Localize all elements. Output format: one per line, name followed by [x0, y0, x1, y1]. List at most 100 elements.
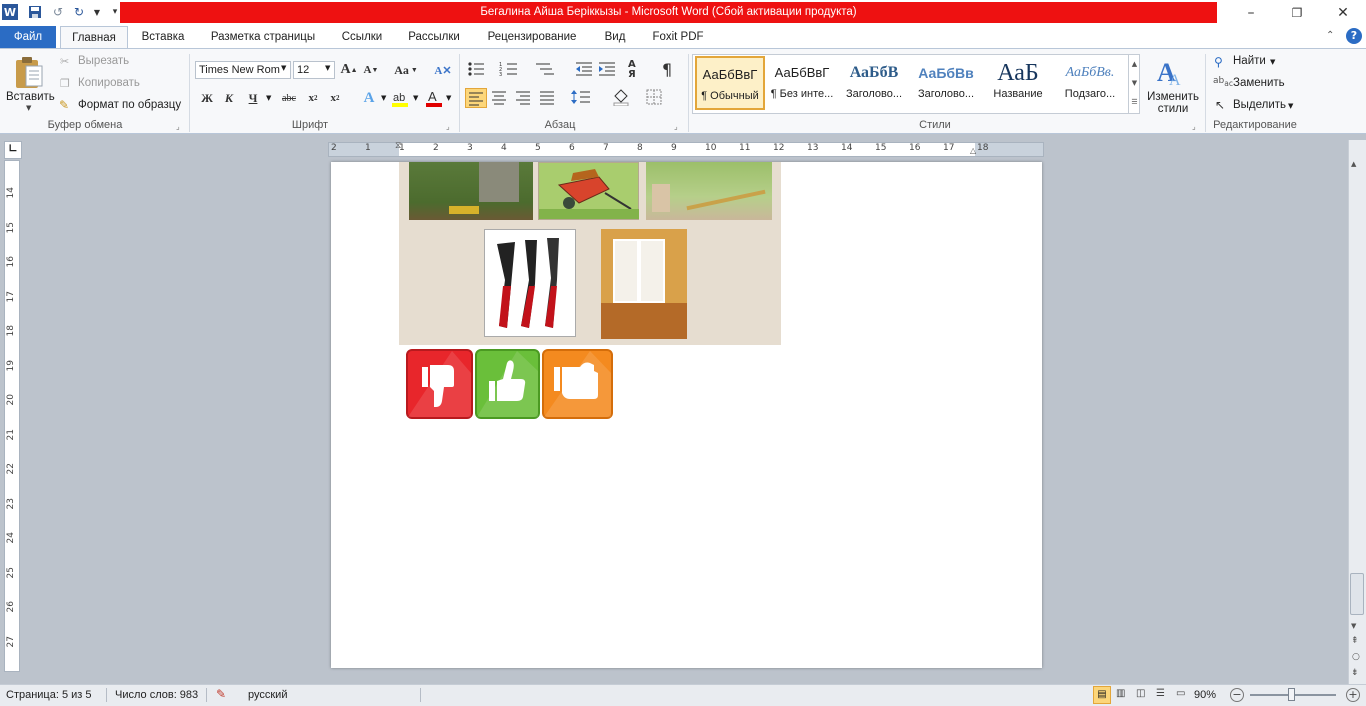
web-layout-icon[interactable]: ◫: [1136, 688, 1145, 699]
shrink-font-button[interactable]: A ▼: [360, 60, 382, 80]
zoom-out-icon[interactable]: −: [1230, 688, 1244, 702]
tab-insert[interactable]: Вставка: [133, 26, 193, 48]
chevron-down-icon[interactable]: ▼: [381, 94, 386, 102]
chevron-down-icon[interactable]: ▼: [1288, 102, 1293, 110]
chevron-down-icon[interactable]: ▼: [281, 64, 286, 72]
underline-button[interactable]: Ч: [242, 88, 264, 108]
word-logo-icon[interactable]: W: [2, 4, 18, 20]
font-color-icon[interactable]: A: [424, 88, 444, 108]
format-painter-button[interactable]: Формат по образцу: [78, 99, 181, 111]
thumbs-down-icon[interactable]: [406, 349, 473, 419]
thumbs-side-icon[interactable]: [542, 349, 613, 419]
chevron-down-icon[interactable]: ▼: [446, 94, 451, 102]
photo-collage[interactable]: [399, 162, 781, 345]
font-family-select[interactable]: Times New Rom: [195, 61, 291, 79]
chevron-down-icon[interactable]: ▼: [88, 3, 106, 21]
chevron-down-icon[interactable]: ▼: [413, 94, 418, 102]
zoom-in-icon[interactable]: +: [1346, 688, 1360, 702]
save-icon[interactable]: [26, 3, 44, 21]
language[interactable]: русский: [248, 684, 287, 706]
close-button[interactable]: ✕: [1320, 0, 1366, 26]
prev-page-icon[interactable]: ⇞: [1351, 636, 1359, 646]
scroll-down-icon[interactable]: ▼: [1351, 622, 1356, 630]
change-styles-button[interactable]: Изменить стили: [1147, 91, 1199, 115]
thumbs-up-icon[interactable]: [475, 349, 540, 419]
help-icon[interactable]: ?: [1346, 28, 1362, 44]
chevron-down-icon[interactable]: ▼: [26, 104, 31, 112]
italic-button[interactable]: К: [218, 88, 240, 108]
right-indent-marker-icon[interactable]: △: [970, 146, 976, 155]
subscript-button[interactable]: x2: [302, 88, 324, 108]
align-right-button[interactable]: [513, 88, 535, 108]
reading-mode-icon[interactable]: ▥: [1116, 688, 1125, 699]
browse-object-icon[interactable]: ○: [1352, 652, 1360, 662]
style-normal[interactable]: АаБбВвГ ¶ Обычный: [695, 56, 765, 110]
outline-icon[interactable]: ☰: [1156, 688, 1165, 699]
tab-review[interactable]: Рецензирование: [478, 26, 586, 48]
highlight-icon[interactable]: ab: [390, 88, 410, 108]
style-title[interactable]: АаБ Название: [983, 56, 1053, 110]
paste-button[interactable]: Вставить: [6, 91, 55, 103]
decrease-indent-icon[interactable]: [574, 60, 596, 80]
tab-page-layout[interactable]: Разметка страницы: [200, 26, 326, 48]
style-heading-2[interactable]: АаБбВв Заголово...: [911, 56, 981, 110]
tab-references[interactable]: Ссылки: [334, 26, 390, 48]
increase-indent-icon[interactable]: [597, 60, 619, 80]
numbering-icon[interactable]: 123: [499, 60, 523, 80]
multilevel-list-icon[interactable]: [534, 60, 558, 80]
style-subtitle[interactable]: АаБбВв. Подзаго...: [1055, 56, 1125, 110]
horizontal-ruler[interactable]: 2 1 1 2 3 4 5 6 7 8 9 10 11 12 13 14 15 16 17 18 ⧖ △: [328, 141, 1044, 157]
dialog-launcher-icon[interactable]: ⌟: [176, 122, 180, 131]
indent-marker-icon[interactable]: ⧖: [395, 141, 401, 151]
zoom-slider-thumb[interactable]: [1288, 688, 1296, 701]
find-button[interactable]: Найти: [1233, 55, 1266, 67]
paste-icon[interactable]: [12, 54, 46, 88]
next-page-icon[interactable]: ⇟: [1351, 668, 1359, 678]
change-styles-icon[interactable]: AA: [1155, 55, 1189, 89]
word-count[interactable]: Число слов: 983: [115, 684, 198, 706]
style-heading-1[interactable]: АаБбВ Заголово...: [839, 56, 909, 110]
page-count[interactable]: Страница: 5 из 5: [6, 684, 92, 706]
chevron-down-icon[interactable]: ▼: [325, 64, 330, 72]
strikethrough-button[interactable]: abc: [278, 88, 300, 108]
restore-button[interactable]: ❐: [1274, 0, 1320, 26]
dialog-launcher-icon[interactable]: ⌟: [1192, 122, 1196, 131]
tab-selector[interactable]: ∟: [4, 141, 22, 159]
align-left-button[interactable]: [465, 88, 487, 108]
replace-button[interactable]: Заменить: [1233, 77, 1285, 89]
superscript-button[interactable]: x2: [324, 88, 346, 108]
draft-icon[interactable]: ▭: [1176, 688, 1185, 699]
dialog-launcher-icon[interactable]: ⌟: [446, 122, 450, 131]
tab-home[interactable]: Главная: [60, 26, 128, 49]
justify-button[interactable]: [537, 88, 559, 108]
vertical-ruler[interactable]: 14 15 16 17 18 19 20 21 22 23 24 25 26 27: [4, 160, 20, 672]
sort-icon[interactable]: AЯ: [628, 60, 650, 80]
print-layout-icon[interactable]: ▤: [1093, 686, 1111, 704]
minimize-button[interactable]: –: [1228, 0, 1274, 26]
grow-font-button[interactable]: A ▲: [338, 60, 360, 80]
styles-scroll[interactable]: ▲ ▼ ☰: [1128, 55, 1140, 113]
bullets-icon[interactable]: [466, 60, 490, 80]
undo-icon[interactable]: ↺: [49, 3, 67, 21]
align-center-button[interactable]: [489, 88, 511, 108]
tab-foxit-pdf[interactable]: Foxit PDF: [644, 26, 712, 48]
chevron-down-icon[interactable]: ▼: [1270, 58, 1275, 66]
change-case-button[interactable]: Aa ▼: [392, 60, 420, 80]
redo-icon[interactable]: ↻: [70, 3, 88, 21]
chevron-down-icon[interactable]: ▼: [266, 94, 271, 102]
text-effects-icon[interactable]: A: [358, 88, 380, 108]
scroll-up-icon[interactable]: ▲: [1351, 160, 1356, 168]
bold-button[interactable]: Ж: [196, 88, 218, 108]
clear-formatting-icon[interactable]: A✕: [432, 60, 454, 80]
tab-view[interactable]: Вид: [596, 26, 634, 48]
copy-button[interactable]: Копировать: [78, 77, 140, 89]
tab-mailings[interactable]: Рассылки: [398, 26, 470, 48]
zoom-level[interactable]: 90%: [1194, 684, 1216, 706]
scroll-thumb[interactable]: [1350, 573, 1364, 615]
borders-icon[interactable]: [645, 88, 671, 108]
show-marks-button[interactable]: ¶: [662, 60, 672, 79]
shading-icon[interactable]: [611, 88, 637, 108]
select-button[interactable]: Выделить: [1233, 99, 1286, 111]
style-no-spacing[interactable]: АаБбВвГ ¶ Без инте...: [767, 56, 837, 110]
cut-button[interactable]: Вырезать: [78, 55, 129, 67]
